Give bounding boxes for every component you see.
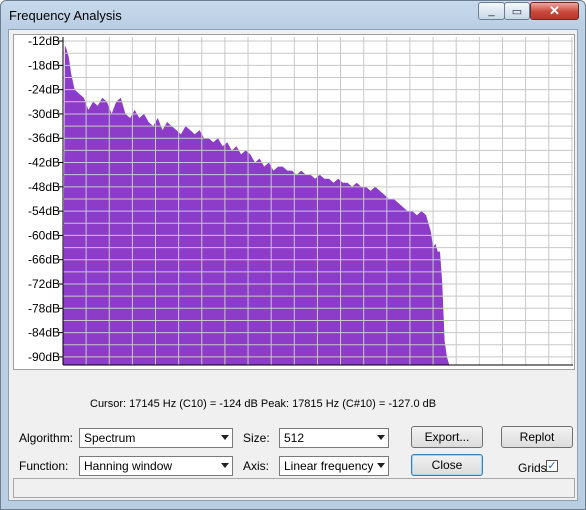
chevron-down-icon: [377, 435, 385, 440]
dialog-client: -12dB -18dB -24dB -30dB -36dB -42dB -48dB -54dB…: [8, 29, 578, 501]
frequency-analysis-window: Frequency Analysis _ ▭ ✕ -12dB -18dB -24dB…: [0, 0, 586, 510]
y-tick-label: -84dB: [28, 326, 60, 340]
x-tick-label: 15000Hz: [386, 368, 434, 369]
minimize-icon: _: [488, 5, 495, 17]
maximize-button[interactable]: ▭: [504, 2, 530, 20]
axis-value: Linear frequency: [284, 459, 374, 473]
grids-checkbox[interactable]: ✓: [546, 460, 558, 472]
y-tick-label: -54dB: [28, 204, 60, 218]
close-button[interactable]: Close: [411, 454, 483, 476]
function-value: Hanning window: [84, 459, 173, 473]
algorithm-select[interactable]: Spectrum: [79, 428, 233, 448]
y-tick-label: -36dB: [28, 131, 60, 145]
y-tick-label: -48dB: [28, 180, 60, 194]
grids-label: Grids: [518, 461, 547, 475]
algorithm-label: Algorithm:: [19, 431, 74, 445]
chevron-down-icon: [377, 463, 385, 468]
status-bar: [13, 478, 575, 498]
spectrum-plot[interactable]: -12dB -18dB -24dB -30dB -36dB -42dB -48dB -54dB…: [13, 34, 575, 370]
x-tick-label: 5000Hz: [158, 368, 199, 369]
cursor-peak-readout: Cursor: 17145 Hz (C10) = -124 dB Peak: 1…: [90, 398, 437, 410]
close-window-button[interactable]: ✕: [530, 2, 579, 20]
axis-label: Axis:: [243, 459, 270, 473]
size-label: Size:: [243, 431, 270, 445]
x-tick-label: 20000Hz: [502, 368, 550, 369]
chevron-down-icon: [221, 435, 229, 440]
size-select[interactable]: 512: [279, 428, 389, 448]
y-tick-label: -12dB: [28, 35, 60, 48]
y-tick-label: -24dB: [28, 83, 60, 97]
close-icon: ✕: [549, 3, 560, 18]
x-tick-label: 10000Hz: [270, 368, 318, 369]
y-tick-label: -72dB: [28, 277, 60, 291]
title-bar[interactable]: Frequency Analysis _ ▭ ✕: [1, 1, 585, 29]
axis-select[interactable]: Linear frequency: [279, 456, 389, 476]
export-button[interactable]: Export...: [411, 426, 483, 448]
spectrum-chart[interactable]: -12dB -18dB -24dB -30dB -36dB -42dB -48dB -54dB…: [14, 35, 574, 369]
function-label: Function:: [19, 459, 69, 473]
maximize-icon: ▭: [511, 5, 523, 18]
function-select[interactable]: Hanning window: [79, 456, 233, 476]
window-title: Frequency Analysis: [9, 8, 122, 23]
y-tick-label: -78dB: [28, 301, 60, 315]
y-tick-label: -66dB: [28, 253, 60, 267]
chevron-down-icon: [221, 463, 229, 468]
replot-button[interactable]: Replot: [501, 426, 573, 448]
y-tick-label: -18dB: [28, 58, 60, 72]
y-tick-label: -30dB: [28, 107, 60, 121]
y-tick-label: -42dB: [28, 156, 60, 170]
y-tick-label: -90dB: [28, 350, 60, 364]
y-tick-label: -60dB: [28, 228, 60, 242]
minimize-button[interactable]: _: [478, 2, 505, 20]
x-tick-label: 1000Hz: [87, 368, 128, 369]
checkmark-icon: ✓: [547, 460, 557, 472]
algorithm-value: Spectrum: [84, 431, 136, 445]
size-value: 512: [284, 431, 305, 445]
